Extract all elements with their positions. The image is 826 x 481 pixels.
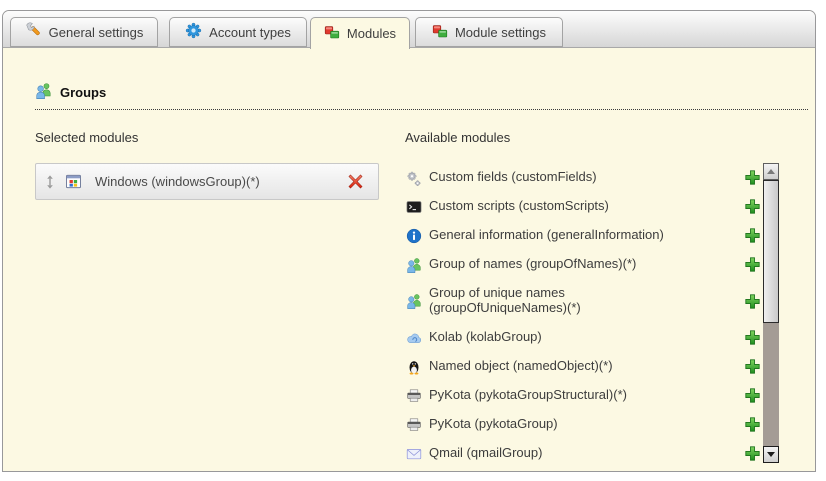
available-module-row: Named object (namedObject)(*): [405, 352, 761, 381]
selected-module-row: Windows (windowsGroup)(*): [35, 163, 379, 200]
info-icon: [405, 228, 422, 244]
module-label: Kolab (kolabGroup): [429, 330, 542, 345]
module-label: PyKota (pykotaGroupStructural)(*): [429, 388, 627, 403]
add-module-button[interactable]: [744, 416, 761, 433]
available-module-row: PyKota (pykotaGroup): [405, 410, 761, 439]
gears-icon: [405, 170, 422, 186]
available-module-row: Custom scripts (customScripts): [405, 192, 761, 221]
terminal-icon: [405, 199, 422, 215]
module-label: Group of unique names (groupOfUniqueName…: [429, 286, 654, 316]
tab-general-settings[interactable]: General settings: [10, 17, 158, 47]
windows-icon: [65, 173, 82, 190]
tab-modules[interactable]: Modules: [310, 17, 410, 49]
add-module-button[interactable]: [744, 329, 761, 346]
scrollbar-track[interactable]: [763, 163, 779, 463]
cloud-icon: [405, 330, 422, 346]
module-label: Group of names (groupOfNames)(*): [429, 257, 636, 272]
modules-icon: [432, 23, 448, 42]
penguin-icon: [405, 359, 422, 375]
groups-section-header: Groups: [35, 82, 808, 110]
tab-label: Account types: [209, 25, 291, 40]
module-label: General information (generalInformation): [429, 228, 664, 243]
gear-icon: [185, 22, 202, 42]
available-module-row: General information (generalInformation): [405, 221, 761, 250]
available-module-row: PyKota (pykotaGroupStructural)(*): [405, 381, 761, 410]
add-module-button[interactable]: [744, 358, 761, 375]
available-modules-heading: Available modules: [405, 130, 510, 145]
tab-account-types[interactable]: Account types: [169, 17, 307, 47]
section-title: Groups: [60, 85, 106, 100]
module-label: PyKota (pykotaGroup): [429, 417, 558, 432]
group-icon: [405, 257, 422, 273]
tab-module-settings[interactable]: Module settings: [415, 17, 563, 47]
add-module-button[interactable]: [744, 256, 761, 273]
available-module-row: Qmail (qmailGroup): [405, 439, 761, 468]
tab-label: General settings: [49, 25, 144, 40]
module-label: Named object (namedObject)(*): [429, 359, 613, 374]
available-module-row: Custom fields (customFields): [405, 163, 761, 192]
scroll-down-button[interactable]: [763, 446, 779, 463]
available-modules-list: Custom fields (customFields) Custom scri…: [405, 163, 761, 468]
remove-module-button[interactable]: [347, 173, 364, 190]
printer-icon: [405, 388, 422, 404]
available-module-row: Group of names (groupOfNames)(*): [405, 250, 761, 279]
envelope-icon: [405, 446, 422, 462]
module-label: Qmail (qmailGroup): [429, 446, 542, 461]
add-module-button[interactable]: [744, 293, 761, 310]
selected-modules-heading: Selected modules: [35, 130, 138, 145]
group-icon: [405, 293, 422, 309]
add-module-button[interactable]: [744, 169, 761, 186]
modules-icon: [324, 24, 340, 43]
add-module-button[interactable]: [744, 445, 761, 462]
available-module-row: Group of unique names (groupOfUniqueName…: [405, 279, 761, 323]
available-module-row: Kolab (kolabGroup): [405, 323, 761, 352]
drag-handle[interactable]: [44, 174, 56, 190]
scroll-up-button[interactable]: [763, 163, 779, 180]
add-module-button[interactable]: [744, 387, 761, 404]
up-triangle-icon: [767, 169, 775, 174]
tab-label: Modules: [347, 26, 396, 41]
groups-icon: [35, 82, 52, 102]
module-label: Custom fields (customFields): [429, 170, 597, 185]
module-label: Windows (windowsGroup)(*): [95, 174, 347, 189]
scrollbar-thumb[interactable]: [763, 180, 779, 323]
add-module-button[interactable]: [744, 198, 761, 215]
add-module-button[interactable]: [744, 227, 761, 244]
tab-label: Module settings: [455, 25, 546, 40]
wrench-icon: [25, 22, 42, 42]
module-label: Custom scripts (customScripts): [429, 199, 609, 214]
down-triangle-icon: [767, 452, 775, 457]
printer-icon: [405, 417, 422, 433]
